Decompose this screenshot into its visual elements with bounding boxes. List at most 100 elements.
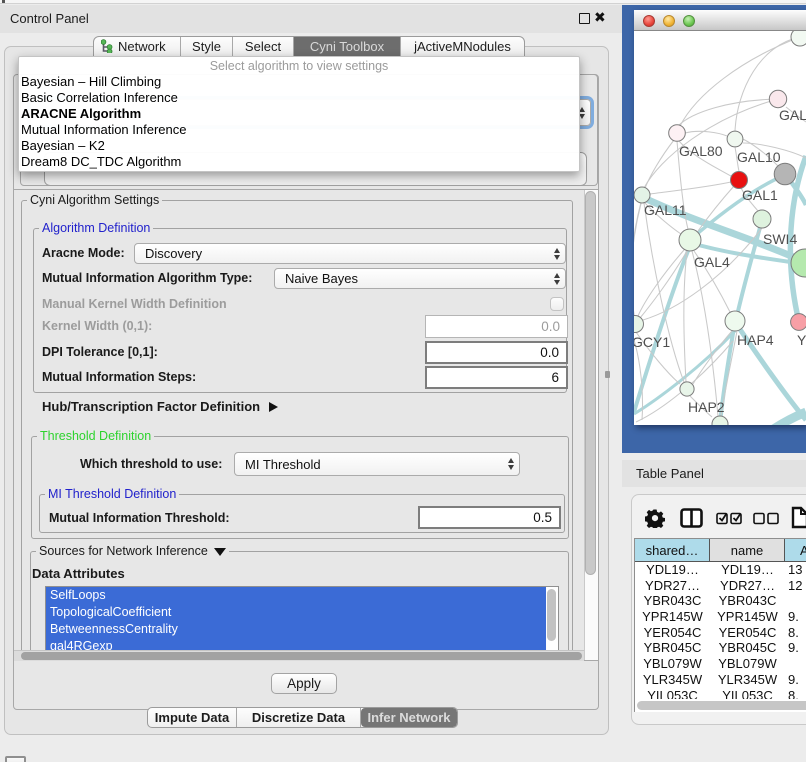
node-table[interactable]: shared…nameA YDL19…YDL19…13YDR27…YDR27…1… bbox=[634, 538, 806, 712]
window-close-button[interactable] bbox=[643, 15, 655, 27]
network-node-GAL80[interactable] bbox=[669, 125, 686, 142]
table-cell: YLR345W bbox=[710, 672, 785, 688]
settings-hscroll-thumb[interactable] bbox=[21, 652, 582, 660]
bottom-tab-infer-network[interactable]: Infer Network bbox=[361, 708, 457, 727]
aracne-mode-combo[interactable]: Discovery bbox=[134, 243, 566, 264]
network-node-gray[interactable] bbox=[774, 163, 796, 185]
attribute-item[interactable]: SelfLoops bbox=[46, 587, 547, 604]
column-header-A[interactable]: A bbox=[785, 539, 806, 561]
hub-definition-toggle[interactable]: Hub/Transcription Factor Definition bbox=[42, 399, 278, 414]
table-cell: YBL079W bbox=[710, 656, 785, 672]
popup-item[interactable]: ARACNE Algorithm bbox=[19, 106, 579, 122]
network-node-GAL10[interactable] bbox=[727, 131, 743, 147]
table-row[interactable]: YBR043CYBR043C bbox=[635, 593, 806, 609]
network-node-topright[interactable] bbox=[791, 31, 806, 46]
tab-cyni-toolbox[interactable]: Cyni Toolbox bbox=[294, 37, 401, 56]
network-node-SWI4[interactable] bbox=[753, 210, 771, 228]
network-node-GAL11[interactable] bbox=[634, 187, 650, 203]
gear-icon[interactable] bbox=[645, 508, 665, 533]
partial-bottom-left-button[interactable] bbox=[5, 756, 26, 762]
network-edge[interactable] bbox=[692, 251, 718, 416]
table-cell: YBR045C bbox=[635, 640, 710, 656]
network-node-GAL4[interactable] bbox=[679, 229, 701, 251]
table-panel-title: Table Panel bbox=[636, 466, 704, 481]
close-icon[interactable]: ✖ bbox=[594, 9, 606, 26]
network-node-HAP2[interactable] bbox=[680, 382, 694, 396]
table-cell: 9. bbox=[785, 672, 806, 688]
popup-item[interactable]: Mutual Information Inference bbox=[19, 122, 579, 138]
settings-viewport: Cyni Algorithm SettingsAlgorithm Definit… bbox=[14, 190, 584, 650]
network-node-GAL7[interactable] bbox=[769, 90, 786, 107]
node-label-GAL80: GAL80 bbox=[679, 143, 723, 159]
node-label-GAL1: GAL1 bbox=[742, 187, 778, 203]
popup-item[interactable]: Bayesian – K2 bbox=[19, 138, 579, 154]
popup-item[interactable]: Dream8 DC_TDC Algorithm bbox=[19, 154, 579, 170]
network-window-titlebar[interactable] bbox=[634, 10, 806, 31]
manual-kernel-checkbox[interactable] bbox=[550, 297, 564, 311]
bottom-tab-discretize-data[interactable]: Discretize Data bbox=[237, 708, 361, 727]
attr-list-scroll-thumb[interactable] bbox=[547, 589, 556, 641]
mi-type-combo[interactable]: Naive Bayes bbox=[274, 268, 566, 289]
column-header-name[interactable]: name bbox=[710, 539, 785, 561]
tab-style[interactable]: Style bbox=[181, 37, 233, 56]
mi-steps-field[interactable]: 6 bbox=[425, 366, 568, 389]
table-row[interactable]: YDL19…YDL19…13 bbox=[635, 562, 806, 578]
table-row[interactable]: YER054CYER054C8. bbox=[635, 625, 806, 641]
node-label-SWI4: SWI4 bbox=[763, 231, 797, 247]
network-edge[interactable] bbox=[685, 131, 727, 136]
dpi-tolerance-field[interactable]: 0.0 bbox=[425, 341, 568, 364]
bottom-tab-impute-data[interactable]: Impute Data bbox=[148, 708, 237, 727]
window-minimize-button[interactable] bbox=[663, 15, 675, 27]
attribute-item[interactable]: gal4RGexp bbox=[46, 638, 547, 650]
network-edge[interactable] bbox=[645, 140, 674, 188]
column-header-shared…[interactable]: shared… bbox=[635, 539, 710, 561]
network-node-bottom[interactable] bbox=[712, 416, 728, 425]
network-edge[interactable] bbox=[650, 182, 731, 194]
tab-jactivemnodules[interactable]: jActiveMNodules bbox=[401, 37, 524, 56]
settings-vscroll-thumb[interactable] bbox=[585, 191, 596, 575]
data-attributes-list[interactable]: SelfLoopsTopologicalCoefficientBetweenne… bbox=[45, 586, 559, 650]
panel-splitter-grip[interactable] bbox=[605, 371, 610, 378]
network-node-GCY1[interactable] bbox=[634, 316, 644, 333]
kernel-width-field[interactable]: 0.0 bbox=[425, 315, 568, 338]
table-row[interactable]: YPR145WYPR145W9. bbox=[635, 609, 806, 625]
tab-network[interactable]: Network bbox=[94, 37, 181, 56]
table-row[interactable]: YLR345WYLR345W9. bbox=[635, 672, 806, 688]
table-row[interactable]: YBL079WYBL079W bbox=[635, 656, 806, 672]
tab-select[interactable]: Select bbox=[233, 37, 294, 56]
table-header[interactable]: shared…nameA bbox=[635, 539, 806, 562]
mi-threshold-field[interactable]: 0.5 bbox=[418, 506, 561, 529]
network-node-HAP4[interactable] bbox=[725, 311, 745, 331]
which-threshold-combo[interactable]: MI Threshold bbox=[234, 452, 520, 476]
network-node-GAL1[interactable] bbox=[731, 172, 748, 189]
unselect-all-columns-icon[interactable] bbox=[753, 511, 780, 530]
network-edge[interactable] bbox=[634, 203, 641, 315]
top-strip bbox=[0, 0, 806, 4]
network-edge[interactable] bbox=[772, 412, 806, 425]
float-window-icon[interactable] bbox=[579, 13, 590, 24]
table-cell: YLR345W bbox=[635, 672, 710, 688]
table-cell: YDR27… bbox=[710, 578, 785, 594]
network-canvas[interactable]: GAL7GAL80GAL10GAL1GAL11SWI4GAL4GCY1HAP4Y… bbox=[634, 31, 806, 425]
attribute-item[interactable]: BetweennessCentrality bbox=[46, 621, 547, 638]
apply-button[interactable]: Apply bbox=[271, 673, 337, 694]
node-label-Y: Y bbox=[797, 332, 806, 348]
network-edge[interactable] bbox=[684, 251, 687, 382]
new-table-icon[interactable] bbox=[791, 506, 806, 534]
table-row[interactable]: YBR045CYBR045C9. bbox=[635, 640, 806, 656]
network-node-pinkY[interactable] bbox=[791, 314, 806, 331]
popup-item[interactable]: Basic Correlation Inference bbox=[19, 90, 579, 106]
table-cell: YER054C bbox=[635, 625, 710, 641]
network-edge[interactable] bbox=[643, 228, 762, 320]
select-all-columns-icon[interactable] bbox=[716, 511, 743, 530]
table-cell: YER054C bbox=[710, 625, 785, 641]
node-label-GCY1: GCY1 bbox=[634, 334, 670, 350]
attribute-item[interactable]: TopologicalCoefficient bbox=[46, 604, 547, 621]
algorithm-popup: Select algorithm to view settings Bayesi… bbox=[18, 56, 580, 172]
table-row[interactable]: YDR27…YDR27…12 bbox=[635, 578, 806, 594]
table-hscroll-thumb[interactable] bbox=[637, 701, 806, 710]
window-zoom-button[interactable] bbox=[683, 15, 695, 27]
popup-item[interactable]: Bayesian – Hill Climbing bbox=[19, 74, 579, 90]
show-columns-icon[interactable] bbox=[680, 508, 703, 533]
table-cell: YDR27… bbox=[635, 578, 710, 594]
